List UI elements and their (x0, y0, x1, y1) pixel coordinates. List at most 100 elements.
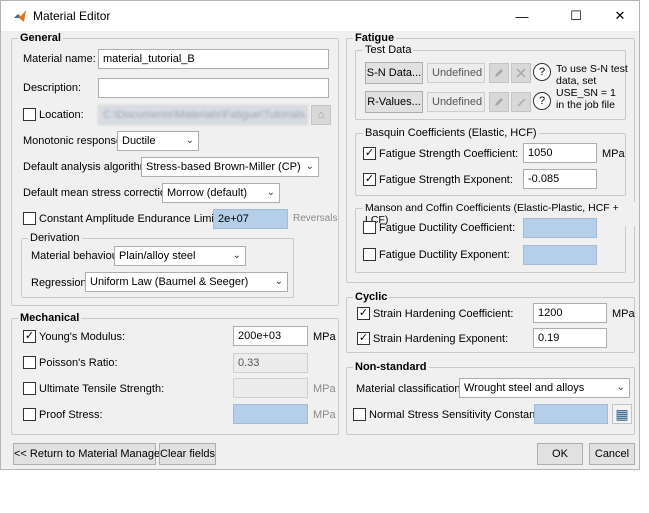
monotonic-response-label: Monotonic response: (23, 135, 126, 147)
regression-value: Uniform Law (Baumel & Seeger) (90, 276, 249, 288)
chevron-down-icon: ⌄ (266, 187, 275, 198)
derivation-title: Derivation (28, 232, 82, 244)
cael-unit: Reversals (293, 213, 338, 224)
sn-note-line3: USE_SN = 1 (556, 87, 616, 99)
ductility-coefficient-checkbox[interactable] (363, 221, 376, 234)
title-bar: Material Editor — ☐ ✕ (1, 1, 639, 31)
material-name-label: Material name: (23, 53, 96, 65)
regression-label: Regression: (31, 277, 90, 289)
chevron-down-icon: ⌄ (616, 382, 625, 393)
matlab-logo-icon (13, 9, 27, 23)
chevron-down-icon: ⌄ (274, 276, 283, 287)
r-values-help-icon[interactable]: ? (533, 92, 551, 110)
table-grid-icon[interactable]: ▦ (612, 404, 632, 424)
proof-stress-input[interactable] (233, 404, 308, 424)
close-button[interactable]: ✕ (597, 1, 643, 31)
sn-data-status: Undefined (427, 63, 485, 83)
uts-checkbox[interactable] (23, 382, 36, 395)
sn-note-line4: in the job file (556, 99, 615, 111)
hardening-exponent-input[interactable]: 0.19 (533, 328, 607, 348)
youngs-modulus-checkbox[interactable]: ✓ (23, 330, 36, 343)
youngs-modulus-input[interactable]: 200e+03 (233, 326, 308, 346)
cael-label: Constant Amplitude Endurance Limit: (39, 213, 220, 225)
sn-note-line2: data, set (556, 75, 597, 87)
hardening-coefficient-label: Strain Hardening Coefficient: (373, 308, 514, 320)
ductility-coefficient-label: Fatigue Ductility Coefficient: (379, 222, 516, 234)
sn-note-line1: To use S-N test (556, 63, 628, 75)
proof-stress-checkbox[interactable] (23, 408, 36, 421)
ductility-exponent-input[interactable] (523, 245, 597, 265)
hardening-coefficient-input[interactable]: 1200 (533, 303, 607, 323)
basquin-title: Basquin Coefficients (Elastic, HCF) (363, 127, 539, 139)
hardening-exponent-checkbox[interactable]: ✓ (357, 332, 370, 345)
ductility-exponent-label: Fatigue Ductility Exponent: (379, 249, 510, 261)
r-values-button[interactable]: R-Values... (365, 91, 423, 113)
material-name-input[interactable]: material_tutorial_B (98, 49, 329, 69)
ductility-coefficient-input[interactable] (523, 218, 597, 238)
location-label: Location: (39, 109, 84, 121)
material-editor-window: Material Editor — ☐ ✕ General Material n… (0, 0, 640, 470)
material-classification-select[interactable]: Wrought steel and alloys ⌄ (459, 378, 630, 398)
poisson-ratio-input[interactable]: 0.33 (233, 353, 308, 373)
window-title: Material Editor (33, 9, 111, 23)
fatigue-title: Fatigue (353, 32, 397, 44)
maximize-button[interactable]: ☐ (553, 1, 599, 31)
analysis-algorithm-select[interactable]: Stress-based Brown-Miller (CP) ⌄ (141, 157, 319, 177)
mean-stress-label: Default mean stress correction: (23, 187, 176, 199)
strength-coefficient-input[interactable]: 1050 (523, 143, 597, 163)
poisson-ratio-checkbox[interactable] (23, 356, 36, 369)
ok-button[interactable]: OK (537, 443, 583, 465)
material-behaviour-value: Plain/alloy steel (119, 250, 196, 262)
chevron-down-icon: ⌄ (305, 161, 314, 172)
location-input[interactable]: C:\Documents\Materials\Fatigue\Tutorials (98, 105, 308, 125)
hardening-coefficient-unit: MPa (612, 308, 635, 320)
uts-label: Ultimate Tensile Strength: (39, 383, 165, 395)
uts-input[interactable] (233, 378, 308, 398)
material-classification-value: Wrought steel and alloys (464, 382, 585, 394)
chevron-down-icon: ⌄ (232, 250, 241, 261)
hardening-exponent-label: Strain Hardening Exponent: (373, 333, 509, 345)
r-values-status: Undefined (427, 92, 485, 112)
strength-exponent-input[interactable]: -0.085 (523, 169, 597, 189)
strength-exponent-checkbox[interactable]: ✓ (363, 173, 376, 186)
general-title: General (18, 32, 63, 44)
cyclic-title: Cyclic (353, 291, 390, 303)
sn-data-button[interactable]: S-N Data... (365, 62, 423, 84)
mechanical-title: Mechanical (18, 312, 82, 324)
cael-input[interactable]: 2e+07 (213, 209, 288, 229)
strength-coefficient-checkbox[interactable]: ✓ (363, 147, 376, 160)
material-behaviour-label: Material behaviour: (31, 250, 125, 262)
cancel-button[interactable]: Cancel (589, 443, 635, 465)
r-values-clear-icon[interactable] (511, 92, 531, 112)
clear-fields-button[interactable]: Clear fields (159, 443, 216, 465)
material-behaviour-select[interactable]: Plain/alloy steel ⌄ (114, 246, 246, 266)
nonstandard-title: Non-standard (353, 361, 429, 373)
strength-coefficient-unit: MPa (602, 148, 625, 160)
ductility-exponent-checkbox[interactable] (363, 248, 376, 261)
monotonic-response-value: Ductile (122, 135, 156, 147)
description-label: Description: (23, 82, 82, 94)
uts-unit: MPa (313, 383, 336, 395)
regression-select[interactable]: Uniform Law (Baumel & Seeger) ⌄ (85, 272, 288, 292)
nssc-input[interactable] (534, 404, 608, 424)
location-checkbox[interactable] (23, 108, 36, 121)
browse-folder-icon[interactable]: ⌂ (311, 105, 331, 125)
return-to-material-manager-button[interactable]: << Return to Material Manager (13, 443, 164, 465)
mean-stress-select[interactable]: Morrow (default) ⌄ (162, 183, 280, 203)
sn-help-icon[interactable]: ? (533, 63, 551, 81)
strength-exponent-label: Fatigue Strength Exponent: (379, 174, 513, 186)
sn-edit-icon[interactable] (489, 63, 509, 83)
hardening-coefficient-checkbox[interactable]: ✓ (357, 307, 370, 320)
monotonic-response-select[interactable]: Ductile ⌄ (117, 131, 199, 151)
description-input[interactable] (98, 78, 329, 98)
strength-coefficient-label: Fatigue Strength Coefficient: (379, 148, 519, 160)
proof-stress-unit: MPa (313, 409, 336, 421)
cael-checkbox[interactable] (23, 212, 36, 225)
analysis-algorithm-label: Default analysis algorithm: (23, 161, 153, 173)
r-values-edit-icon[interactable] (489, 92, 509, 112)
youngs-modulus-label: Young's Modulus: (39, 331, 126, 343)
minimize-button[interactable]: — (499, 1, 545, 31)
material-classification-label: Material classification: (356, 383, 464, 395)
nssc-checkbox[interactable] (353, 408, 366, 421)
sn-clear-icon[interactable] (511, 63, 531, 83)
